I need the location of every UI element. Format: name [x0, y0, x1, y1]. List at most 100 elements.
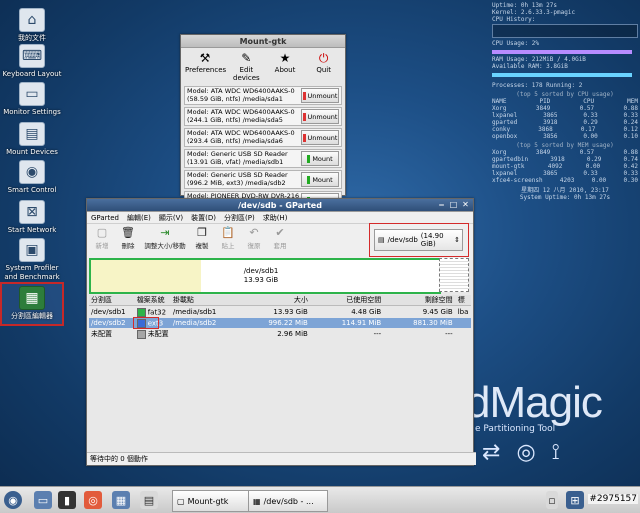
- preferences-button[interactable]: ⚒ Preferences: [185, 51, 226, 81]
- menu-edit[interactable]: 編輯(E): [127, 213, 151, 223]
- status-led-icon: [302, 112, 306, 121]
- col-used[interactable]: 已使用空間: [311, 295, 384, 305]
- col-size[interactable]: 大小: [241, 295, 311, 305]
- menu-help[interactable]: 求助(H): [263, 213, 288, 223]
- process-cell: mount-gtk: [492, 163, 525, 170]
- cpu-table-header: (top 5 sorted by CPU usage): [516, 91, 614, 98]
- desktop-icon-partition-editor[interactable]: ▦ 分割區編輯器: [0, 282, 64, 326]
- unmount-button[interactable]: Unmount: [301, 109, 339, 124]
- button-label: 調整大小/移動: [144, 242, 186, 250]
- desktop-icon-smart-control[interactable]: ◉ Smart Control: [2, 160, 62, 195]
- drive-icon: ▤: [19, 122, 45, 146]
- process-cell: 0.33: [583, 170, 598, 177]
- gparted-titlebar[interactable]: /dev/sdb - GParted ‒ □ ✕: [87, 199, 473, 212]
- menu-partition[interactable]: 分割區(P): [224, 213, 255, 223]
- col-filesystem[interactable]: 檔案系統: [135, 295, 171, 305]
- tray-icon[interactable]: ▫: [546, 491, 558, 509]
- filesystem-color-swatch: [136, 307, 146, 317]
- status-led-icon: [302, 91, 306, 100]
- button-label: Unmount: [307, 133, 338, 142]
- process-cell: 4092: [547, 163, 563, 170]
- table-row[interactable]: 未配置 未配置 2.96 MiB --- ---: [89, 329, 471, 339]
- lifebuoy-icon[interactable]: ◎: [84, 491, 102, 509]
- col-flags[interactable]: 標: [456, 295, 471, 305]
- process-cell: 0.29: [586, 156, 602, 163]
- button-label: 刪除: [121, 242, 135, 250]
- process-cell: 0.12: [623, 126, 638, 133]
- cell-mountpoint: /media/sdb2: [172, 319, 217, 327]
- partition-block-sdb2[interactable]: [439, 258, 469, 292]
- quit-button[interactable]: ⏻ Quit: [306, 51, 341, 81]
- desktop-icon-mount-devices[interactable]: ▤ Mount Devices: [2, 122, 62, 157]
- edit-devices-button[interactable]: ✎ Edit devices: [229, 51, 264, 82]
- minimize-icon[interactable]: ‒: [437, 200, 446, 209]
- col-mountpoint[interactable]: 掛載點: [171, 295, 241, 305]
- about-button[interactable]: ★ About: [268, 51, 303, 81]
- cell-partition: /dev/sdb1: [91, 308, 126, 316]
- process-cell: 3856: [543, 133, 558, 140]
- maximize-icon[interactable]: □: [449, 200, 458, 209]
- process-row: xfce4-screensh 4203 0.00 0.30: [492, 177, 638, 184]
- network-tray-icon[interactable]: ⊞: [566, 491, 584, 509]
- task-gparted[interactable]: ▦ /dev/sdb - ...: [248, 490, 328, 512]
- new-button[interactable]: ▢ 新增: [90, 226, 114, 250]
- table-row[interactable]: /dev/sdb1 fat32/media/sdb1 13.93 GiB 4.48 G…: [89, 307, 471, 317]
- paste-icon: 📋: [221, 226, 235, 239]
- close-icon[interactable]: ✕: [461, 200, 470, 209]
- partition-block-sdb1[interactable]: /dev/sdb1 13.93 GiB: [89, 258, 441, 294]
- process-cell: xfce4-screensh: [492, 177, 543, 184]
- drive-detail: (996.2 MiB, ext3) /media/sdb2: [187, 178, 286, 187]
- monitor-icon: ▭: [19, 82, 45, 106]
- desktop-icon-label: Monitor Settings: [3, 108, 61, 116]
- col-free[interactable]: 剩餘空間: [384, 295, 455, 305]
- unmount-button[interactable]: Unmount: [301, 88, 339, 103]
- unmount-button[interactable]: Unmount: [301, 130, 339, 145]
- process-row: Xorg 3849 0.57 0.88: [492, 105, 638, 112]
- task-mount-gtk[interactable]: ▢ Mount-gtk: [172, 490, 250, 512]
- cpu-usage-bar: [492, 49, 632, 54]
- menu-view[interactable]: 顯示(V): [159, 213, 183, 223]
- process-cell: 0.88: [623, 149, 638, 156]
- text-editor-icon[interactable]: ▤: [140, 491, 158, 509]
- resize-move-button[interactable]: ⇥ 調整大小/移動: [142, 226, 188, 250]
- cell-size: 13.93 GiB: [273, 308, 308, 316]
- preferences-icon: ⚒: [199, 51, 211, 65]
- terminal-icon[interactable]: ▮: [58, 491, 76, 509]
- cell-size: 996.22 MiB: [268, 319, 308, 327]
- system-monitor: Uptime: 0h 13m 27s Kernel: 2.6.33.3-pmag…: [492, 2, 638, 201]
- mount-button[interactable]: Mount: [301, 151, 339, 166]
- col-partition[interactable]: 分割區: [89, 295, 135, 305]
- process-cell: 3868: [538, 126, 553, 133]
- start-menu-icon[interactable]: ◉: [4, 491, 22, 509]
- cpu-table-columns: NAME PID CPU MEM: [492, 98, 638, 105]
- file-manager-icon[interactable]: ▦: [112, 491, 130, 509]
- mount-button[interactable]: Mount: [301, 172, 339, 187]
- task-label: /dev/sdb - ...: [263, 496, 314, 506]
- menu-gparted[interactable]: GParted: [91, 214, 119, 222]
- copy-button[interactable]: ❐ 複製: [190, 226, 214, 250]
- device-selector[interactable]: ▤ /dev/sdb (14.90 GiB) ⇕: [374, 229, 463, 251]
- process-cell: 3918: [550, 156, 565, 163]
- process-row: openbox 3856 0.00 0.10: [492, 133, 638, 140]
- show-desktop-icon[interactable]: ▭: [34, 491, 52, 509]
- undo-button[interactable]: ↶ 復原: [242, 226, 266, 250]
- window-controls: ‒ □ ✕: [437, 200, 470, 209]
- paste-button[interactable]: 📋 貼上: [216, 226, 240, 250]
- desktop-icon-home[interactable]: ⌂ 我的文件: [2, 8, 62, 43]
- desktop-icon-monitor-settings[interactable]: ▭ Monitor Settings: [2, 82, 62, 117]
- menu-device[interactable]: 裝置(D): [191, 213, 216, 223]
- cell-partition: 未配置: [91, 330, 112, 338]
- button-label: About: [274, 66, 296, 74]
- filesystem-label: fat32: [147, 308, 167, 316]
- delete-button[interactable]: 🗑 刪除: [116, 226, 140, 250]
- gparted-icon: ▦: [253, 496, 261, 506]
- button-label: Mount: [312, 154, 333, 163]
- cpu-table-rows: Xorg 3849 0.57 0.88 lxpanel 3865 0.33 0.33 gpart…: [492, 105, 638, 140]
- disk-icon: ◉: [19, 160, 45, 184]
- apply-button[interactable]: ✔ 套用: [268, 226, 292, 250]
- mount-gtk-titlebar[interactable]: Mount-gtk: [181, 35, 345, 48]
- desktop-icon-system-profiler[interactable]: ▣ System Profiler and Benchmark: [2, 238, 62, 282]
- desktop-icon-keyboard-layout[interactable]: ⌨ Keyboard Layout: [2, 44, 62, 79]
- desktop-icon-start-network[interactable]: ⊠ Start Network: [2, 200, 62, 235]
- cell-partition: /dev/sdb2: [91, 319, 126, 327]
